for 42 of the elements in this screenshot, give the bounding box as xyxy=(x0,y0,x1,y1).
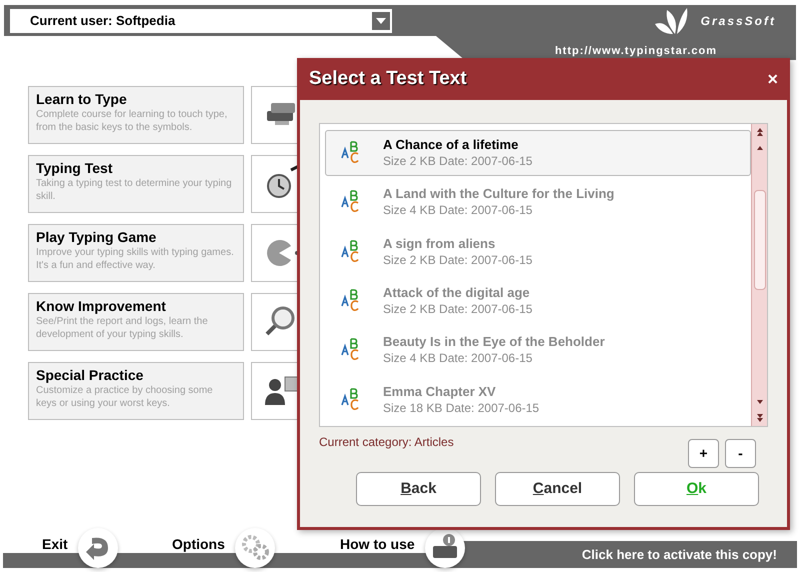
current-category: Current category: Articles xyxy=(319,434,454,451)
text-title: A sign from aliens xyxy=(383,236,496,252)
text-title: Attack of the digital age xyxy=(383,285,531,302)
text-title: A Land with the Culture for the Living xyxy=(383,186,614,202)
menu-card[interactable]: Play Typing Game Improve your typing skills with typing games. It's a fun and effective way. xyxy=(28,224,244,282)
menu-title: Play Typing Game xyxy=(36,228,158,246)
menu-description: Customize a practice by choosing some keys or using your worst keys. xyxy=(36,384,214,410)
user-select[interactable]: Current user: Softpedia xyxy=(10,8,392,32)
website-url[interactable]: http://www.typingstar.com xyxy=(554,42,718,59)
text-info: Size 2 KB Date: 2007-06-15 xyxy=(383,252,532,268)
text-info: Size 4 KB Date: 2007-06-15 xyxy=(383,202,534,218)
dialog-title: Select a Test Text xyxy=(309,66,467,91)
menu-description: Taking a typing test to determine your typing skill. xyxy=(36,177,233,203)
text-title: Beauty Is in the Eye of the Beholder xyxy=(383,334,605,350)
remove-button[interactable]: - xyxy=(725,439,756,468)
close-button[interactable]: × xyxy=(767,70,778,88)
menu-card[interactable]: Learn to Type Complete course for learning to touch type, from the basic keys to the symbols. xyxy=(28,86,244,144)
brand-name: GrassSoft xyxy=(700,12,776,30)
menu-card[interactable]: Special Practice Customize a practice by choosing some keys or using your worst keys. xyxy=(28,362,244,420)
text-info: Size 2 KB Date: 2007-06-15 xyxy=(383,301,532,318)
text-title: A Chance of a lifetime xyxy=(383,137,520,154)
footer-link[interactable]: Options xyxy=(172,534,225,555)
menu-title: Special Practice xyxy=(36,366,144,384)
menu-description: Improve your typing skills with typing games. It's a fun and effective way. xyxy=(36,246,235,272)
dialog-button[interactable]: Back xyxy=(356,472,481,506)
menu-card[interactable]: Know Improvement See/Print the report and logs, learn the development of your typing skills. xyxy=(28,293,244,351)
menu-title: Know Improvement xyxy=(36,297,167,315)
text-info: Size 4 KB Date: 2007-06-15 xyxy=(383,350,534,366)
activate-link[interactable]: Click here to activate this copy! xyxy=(582,544,777,564)
menu-card[interactable]: Typing Test Taking a typing test to determine your typing skill. xyxy=(28,155,244,213)
add-button[interactable]: + xyxy=(688,439,719,468)
footer-link[interactable]: How to use xyxy=(340,534,415,555)
text-info: Size 18 KB Date: 2007-06-15 xyxy=(383,400,540,416)
footer-link[interactable]: Exit xyxy=(42,534,68,555)
menu-title: Typing Test xyxy=(36,159,114,177)
menu-title: Learn to Type xyxy=(36,90,128,108)
text-info: Size 2 KB Date: 2007-06-15 xyxy=(383,153,532,170)
menu-description: See/Print the report and logs, learn the development of your typing skills. xyxy=(36,315,209,341)
menu-description: Complete course for learning to touch type, from the basic keys to the symbols. xyxy=(36,108,228,134)
dialog-button[interactable]: Cancel xyxy=(495,472,620,506)
text-title: Emma Chapter XV xyxy=(383,384,497,400)
text-list-item[interactable]: A Chance of a lifetime Size 2 KB Date: 2007-06-15 xyxy=(325,130,751,176)
